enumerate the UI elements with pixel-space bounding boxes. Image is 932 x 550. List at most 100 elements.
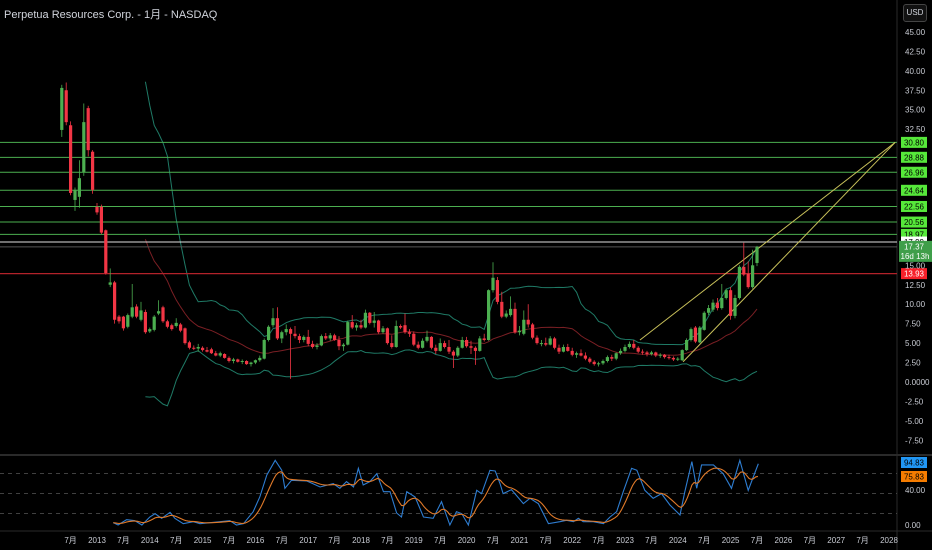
candle[interactable]	[227, 356, 231, 363]
candle[interactable]	[319, 334, 323, 347]
candle[interactable]	[350, 315, 354, 330]
candle[interactable]	[174, 318, 178, 328]
candle[interactable]	[698, 325, 702, 344]
candle[interactable]	[77, 160, 81, 208]
candle[interactable]	[500, 291, 504, 319]
candle[interactable]	[539, 339, 543, 347]
candle[interactable]	[324, 332, 328, 340]
candle[interactable]	[130, 283, 134, 319]
candle[interactable]	[341, 343, 345, 351]
candle[interactable]	[394, 320, 398, 348]
candle[interactable]	[91, 150, 95, 194]
candle[interactable]	[416, 341, 420, 350]
candle[interactable]	[95, 203, 99, 215]
candle[interactable]	[165, 319, 169, 329]
candle[interactable]	[456, 346, 460, 358]
candle[interactable]	[377, 319, 381, 334]
candle[interactable]	[495, 276, 499, 305]
candle[interactable]	[645, 350, 649, 357]
candle[interactable]	[627, 341, 631, 349]
candle[interactable]	[482, 333, 486, 342]
candle[interactable]	[328, 332, 332, 341]
candle[interactable]	[69, 121, 73, 196]
candle[interactable]	[504, 310, 508, 319]
candle[interactable]	[209, 347, 213, 354]
candle[interactable]	[86, 105, 90, 157]
candle[interactable]	[399, 324, 403, 330]
candle[interactable]	[275, 307, 279, 340]
candle[interactable]	[240, 359, 244, 365]
candle[interactable]	[720, 283, 724, 310]
candle[interactable]	[104, 229, 108, 275]
candle[interactable]	[513, 302, 517, 334]
candle[interactable]	[183, 327, 187, 345]
trendline[interactable]	[682, 142, 896, 363]
candle[interactable]	[522, 310, 526, 336]
candle[interactable]	[548, 336, 552, 346]
candle[interactable]	[443, 340, 447, 349]
candle[interactable]	[231, 357, 235, 364]
candle[interactable]	[535, 335, 539, 345]
candle[interactable]	[636, 346, 640, 354]
candle[interactable]	[297, 333, 301, 344]
candle[interactable]	[438, 338, 442, 352]
candle[interactable]	[143, 309, 147, 334]
candle[interactable]	[583, 352, 587, 361]
candle[interactable]	[267, 325, 271, 342]
candle[interactable]	[201, 346, 205, 352]
candle[interactable]	[249, 361, 253, 367]
candle[interactable]	[491, 262, 495, 293]
candle[interactable]	[302, 335, 306, 343]
candle[interactable]	[465, 336, 469, 348]
candle[interactable]	[632, 339, 636, 350]
candle[interactable]	[421, 338, 425, 349]
candle[interactable]	[429, 336, 433, 350]
candle[interactable]	[592, 360, 596, 366]
candle[interactable]	[746, 261, 750, 289]
candle[interactable]	[610, 354, 614, 361]
candle[interactable]	[575, 351, 579, 358]
candle[interactable]	[597, 361, 601, 367]
candle[interactable]	[333, 333, 337, 341]
candle[interactable]	[412, 331, 416, 347]
candle[interactable]	[729, 287, 733, 320]
candle[interactable]	[126, 313, 130, 329]
candle[interactable]	[170, 323, 174, 331]
candle[interactable]	[478, 336, 482, 352]
candle[interactable]	[623, 344, 627, 353]
candle[interactable]	[205, 346, 209, 353]
candle[interactable]	[214, 350, 218, 357]
candle[interactable]	[658, 353, 662, 358]
candle[interactable]	[385, 327, 389, 345]
candle[interactable]	[676, 357, 680, 361]
candle[interactable]	[253, 359, 257, 365]
candle[interactable]	[346, 320, 350, 346]
candle[interactable]	[689, 327, 693, 342]
candle[interactable]	[685, 338, 689, 351]
candle[interactable]	[390, 335, 394, 349]
candle[interactable]	[218, 351, 222, 358]
candle[interactable]	[407, 329, 411, 337]
candle[interactable]	[755, 245, 759, 267]
candle[interactable]	[368, 311, 372, 325]
candle[interactable]	[509, 296, 513, 317]
candle[interactable]	[113, 280, 117, 324]
candle[interactable]	[179, 322, 183, 333]
candle[interactable]	[271, 308, 275, 328]
candle[interactable]	[733, 294, 737, 319]
candle[interactable]	[693, 325, 697, 344]
candle[interactable]	[715, 297, 719, 311]
candle[interactable]	[605, 355, 609, 363]
candle[interactable]	[157, 300, 161, 316]
candle[interactable]	[460, 336, 464, 349]
candle[interactable]	[223, 353, 227, 359]
candle[interactable]	[258, 355, 262, 362]
candle[interactable]	[403, 313, 407, 334]
candle[interactable]	[108, 268, 112, 288]
candle[interactable]	[526, 304, 530, 328]
candle[interactable]	[192, 345, 196, 351]
candle[interactable]	[73, 187, 77, 211]
candle[interactable]	[99, 204, 103, 235]
candle[interactable]	[654, 351, 658, 358]
candle[interactable]	[363, 309, 367, 329]
